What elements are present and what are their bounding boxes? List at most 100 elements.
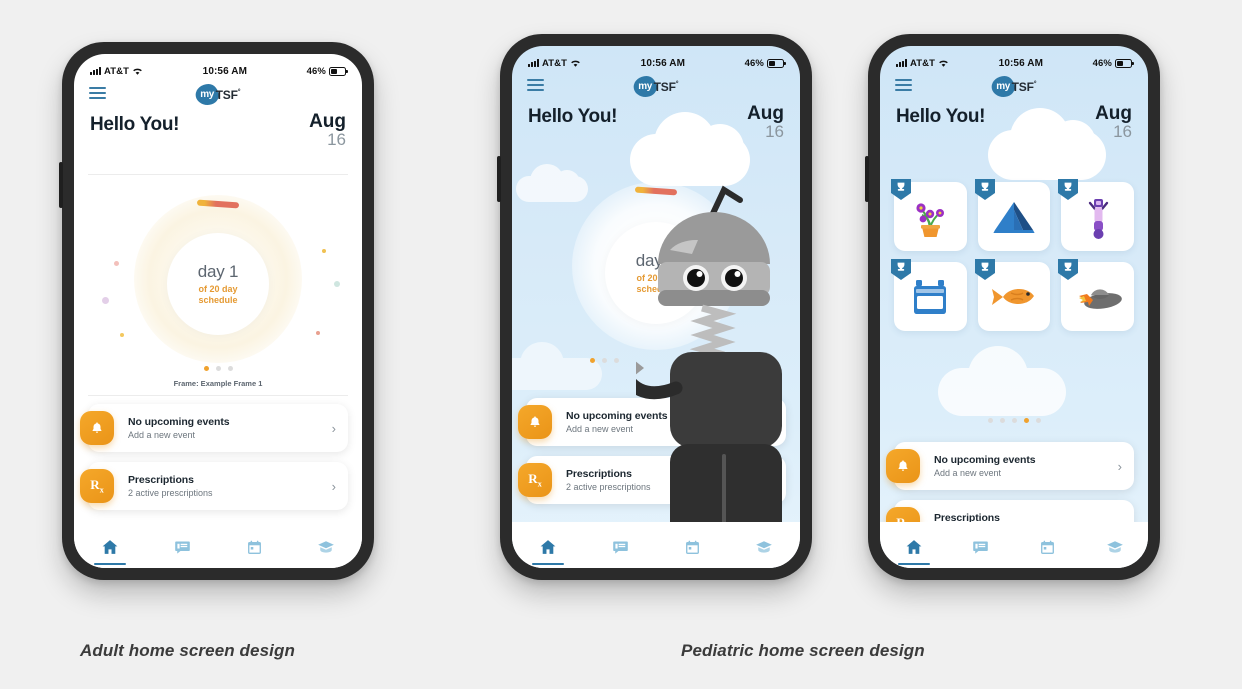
sidebar-item-calendar[interactable] bbox=[1026, 530, 1070, 564]
dot[interactable] bbox=[589, 358, 595, 363]
status-bar: AT&T 10:56 AM 46% bbox=[74, 54, 362, 80]
card-title: No upcoming events bbox=[934, 454, 1036, 466]
calendar-icon bbox=[1041, 540, 1054, 554]
prescription-rx-icon: Rx bbox=[518, 463, 552, 497]
sidebar-item-calendar[interactable] bbox=[232, 530, 276, 564]
date-month: Aug bbox=[747, 103, 784, 124]
badge-flower-pot[interactable] bbox=[891, 179, 967, 251]
table-row[interactable]: No upcoming events Add a new event › bbox=[886, 442, 1134, 490]
date-month: Aug bbox=[1095, 103, 1132, 124]
bottom-tab-bar bbox=[512, 522, 800, 568]
table-row[interactable]: Rx Prescriptions 2 active prescriptions … bbox=[80, 462, 348, 510]
day-counter: day 1 of 20 day schedule bbox=[167, 233, 269, 335]
mytsf-logo: my TSF° bbox=[633, 76, 679, 97]
card-subtitle: Add a new event bbox=[934, 468, 1002, 478]
frame-label: Frame: Example Frame 1 bbox=[173, 379, 263, 388]
sidebar-item-messages[interactable] bbox=[959, 530, 1003, 564]
dot[interactable] bbox=[601, 358, 607, 363]
calendar-icon bbox=[685, 540, 699, 554]
hamburger-menu-icon[interactable] bbox=[89, 87, 106, 102]
carousel-dots[interactable] bbox=[880, 418, 1148, 423]
wifi-icon bbox=[939, 60, 948, 67]
chevron-right-icon: › bbox=[1117, 458, 1122, 474]
badge-tent[interactable] bbox=[974, 179, 1051, 251]
tent-icon bbox=[993, 201, 1035, 233]
carrier-label: AT&T bbox=[910, 57, 936, 69]
caption-adult: Adult home screen design bbox=[80, 641, 295, 660]
rocket-icon bbox=[1078, 288, 1122, 309]
carousel-dots[interactable] bbox=[74, 366, 362, 371]
sidebar-item-education[interactable] bbox=[1093, 530, 1137, 564]
trophy-ribbon-icon bbox=[1058, 179, 1079, 200]
sidebar-item-home[interactable] bbox=[88, 530, 132, 565]
section-divider bbox=[88, 395, 348, 396]
bell-icon bbox=[886, 449, 920, 483]
page-title: Hello You! bbox=[528, 106, 618, 127]
home-icon bbox=[906, 540, 921, 554]
message-list-icon bbox=[612, 541, 628, 554]
battery-icon bbox=[328, 66, 348, 76]
hamburger-menu-icon[interactable] bbox=[895, 79, 912, 94]
dot[interactable] bbox=[999, 418, 1005, 423]
dot[interactable] bbox=[1023, 418, 1029, 423]
confetti-dot bbox=[102, 297, 109, 304]
table-row[interactable]: No upcoming events Add a new event › bbox=[80, 404, 348, 452]
sidebar-item-home[interactable] bbox=[526, 530, 570, 565]
sidebar-item-messages[interactable] bbox=[160, 530, 204, 564]
trophy-ribbon-icon bbox=[974, 179, 995, 200]
wifi-icon bbox=[571, 60, 580, 67]
hamburger-menu-icon[interactable] bbox=[527, 79, 544, 94]
confetti-dot bbox=[120, 333, 124, 337]
dot[interactable] bbox=[1011, 418, 1017, 423]
caption-pediatric: Pediatric home screen design bbox=[681, 641, 925, 660]
status-bar: AT&T 10:56 AM 46% bbox=[880, 46, 1148, 72]
dot[interactable] bbox=[203, 366, 209, 371]
dot[interactable] bbox=[987, 418, 993, 423]
sidebar-item-education[interactable] bbox=[304, 530, 348, 564]
logo-text: TSF° bbox=[653, 79, 679, 94]
trophy-ribbon-icon bbox=[1058, 259, 1079, 280]
day-number: day 1 bbox=[197, 261, 239, 281]
dot[interactable] bbox=[215, 366, 221, 371]
badge-stove[interactable] bbox=[891, 259, 967, 331]
card-subtitle: 2 active prescriptions bbox=[128, 488, 213, 498]
active-tab-indicator bbox=[897, 562, 930, 565]
confetti-dot bbox=[334, 281, 340, 287]
flower-pot-icon bbox=[916, 202, 945, 237]
battery-icon bbox=[1114, 58, 1134, 68]
dot[interactable] bbox=[227, 366, 233, 371]
bottom-tab-bar bbox=[74, 522, 362, 568]
phone-pediatric-ring: AT&T 10:56 AM 46% my TSF° Hello You! Aug… bbox=[497, 34, 812, 580]
trophy-ribbon-icon bbox=[891, 179, 911, 200]
bell-icon bbox=[518, 405, 552, 439]
date-display: Aug 16 bbox=[1095, 104, 1132, 141]
progress-section: day 1 of 20 day schedule Frame: Example F… bbox=[74, 175, 362, 393]
mytsf-logo: my TSF° bbox=[195, 84, 241, 105]
home-icon bbox=[540, 540, 556, 554]
badge-fish[interactable] bbox=[974, 259, 1051, 331]
page-title: Hello You! bbox=[90, 114, 180, 135]
active-tab-indicator bbox=[94, 562, 126, 565]
quick-links-list: No upcoming events Add a new event › Rx … bbox=[74, 404, 362, 520]
dot[interactable] bbox=[613, 358, 619, 363]
app-bar: my TSF° bbox=[880, 72, 1148, 102]
dot[interactable] bbox=[1035, 418, 1041, 423]
sidebar-item-messages[interactable] bbox=[598, 530, 642, 564]
app-bar: my TSF° bbox=[512, 72, 800, 102]
badge-rocket[interactable] bbox=[1058, 259, 1134, 331]
badge-telescope[interactable] bbox=[1058, 179, 1134, 251]
confetti-dot bbox=[114, 261, 119, 266]
app-bar: my TSF° bbox=[74, 80, 362, 110]
sidebar-item-education[interactable] bbox=[742, 530, 786, 564]
sidebar-item-calendar[interactable] bbox=[670, 530, 714, 564]
message-list-icon bbox=[973, 541, 988, 554]
message-list-icon bbox=[174, 541, 190, 554]
date-display: Aug 16 bbox=[747, 104, 784, 141]
battery-percent-label: 46% bbox=[744, 57, 764, 69]
sidebar-item-home[interactable] bbox=[892, 530, 936, 565]
battery-percent-label: 46% bbox=[1092, 57, 1112, 69]
logo-text: TSF° bbox=[1011, 79, 1037, 94]
card-title: No upcoming events bbox=[128, 416, 230, 428]
screenshot-canvas: AT&T 10:56 AM 46% my TSF° Hello You! Aug… bbox=[0, 0, 1242, 689]
bottom-tab-bar bbox=[880, 522, 1148, 568]
